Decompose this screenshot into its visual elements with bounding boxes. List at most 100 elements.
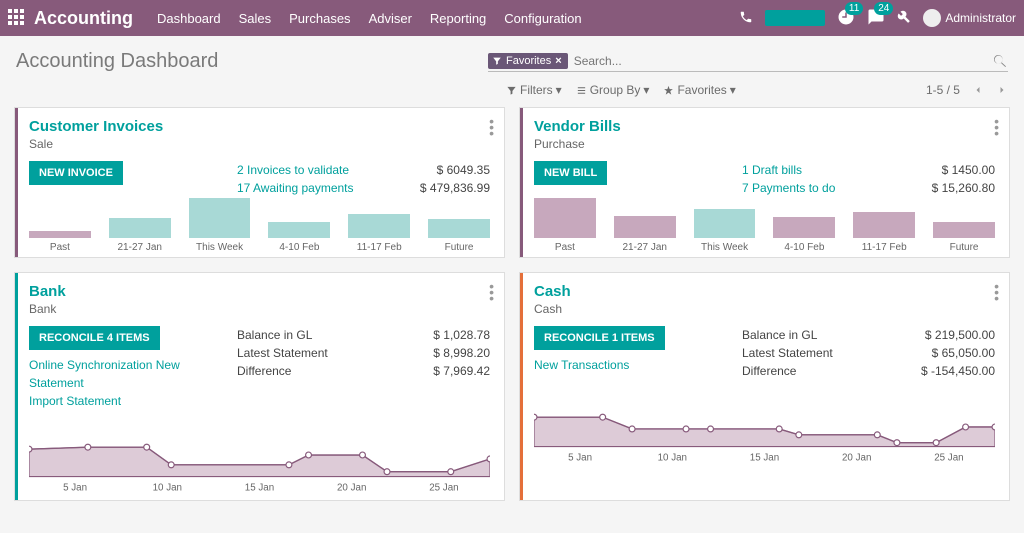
favorites-button[interactable]: Favorites ▾ [663,83,735,97]
bar-chart-invoices: Past21-27 JanThis Week4-10 Feb11-17 FebF… [29,205,490,253]
card-title[interactable]: Customer Invoices [29,118,490,135]
bar-label: 11-17 Feb [357,242,402,253]
bar-label: This Week [701,242,748,253]
bar-label: Future [445,242,474,253]
chevron-right-icon[interactable] [996,84,1008,96]
bar [534,198,596,238]
area-chart-bank: 5 Jan10 Jan15 Jan20 Jan25 Jan [29,416,490,496]
chip-label: Favorites [506,55,551,67]
badge-1: 11 [845,2,863,15]
pager-text: 1-5 / 5 [926,83,960,97]
nav-configuration[interactable]: Configuration [504,11,581,26]
svg-text:25 Jan: 25 Jan [429,482,458,493]
cash-v2: $ 65,050.00 [885,344,995,362]
phone-icon[interactable] [739,10,753,27]
bar-label: 4-10 Feb [279,242,319,253]
link-awaiting-payments[interactable]: 17 Awaiting payments [237,179,372,197]
chip-remove-icon[interactable]: × [555,55,561,67]
bar [853,212,915,238]
caret-down-icon: ▾ [556,83,562,97]
pager: 1-5 / 5 [926,83,1008,97]
bar-label: Past [555,242,575,253]
apps-icon[interactable] [8,9,26,27]
user-menu[interactable]: Administrator [923,9,1016,27]
bill-val-1: $ 1450.00 [885,161,995,179]
new-bill-button[interactable]: NEW BILL [534,161,607,185]
clock-badge[interactable]: 11 [837,8,855,29]
caret-down-icon: ▾ [730,83,736,97]
search-chip-favorites[interactable]: Favorites × [488,53,568,69]
card-menu-icon[interactable]: ••• [994,283,999,301]
card-subtitle: Bank [29,302,490,316]
control-row: Filters ▾ Group By ▾ Favorites ▾ 1-5 / 5 [0,77,1024,107]
bar [268,222,330,238]
card-menu-icon[interactable]: ••• [489,283,494,301]
bar-label: Future [950,242,979,253]
bar-label: Past [50,242,70,253]
nav-reporting[interactable]: Reporting [430,11,486,26]
card-menu-icon[interactable]: ••• [994,118,999,136]
funnel-icon [492,56,502,66]
svg-text:20 Jan: 20 Jan [337,482,366,493]
search-input[interactable] [574,54,984,68]
card-cash: ••• Cash Cash RECONCILE 1 ITEMS New Tran… [519,272,1010,501]
search-icon[interactable] [992,53,1008,69]
nav-purchases[interactable]: Purchases [289,11,350,26]
bar [614,216,676,238]
bar [29,231,91,238]
link-new-transactions[interactable]: New Transactions [534,356,734,374]
link-draft-bills[interactable]: 1 Draft bills [742,161,877,179]
groupby-label: Group By [590,83,641,97]
reconcile-cash-button[interactable]: RECONCILE 1 ITEMS [534,326,665,350]
chat-badge[interactable]: 24 [867,8,885,29]
card-vendor-bills: ••• Vendor Bills Purchase NEW BILL 1 Dra… [519,107,1010,258]
link-invoices-to-validate[interactable]: 2 Invoices to validate [237,161,372,179]
favorites-label: Favorites [677,83,726,97]
card-subtitle: Cash [534,302,995,316]
subheader: Accounting Dashboard Favorites × [0,36,1024,77]
svg-text:5 Jan: 5 Jan [63,482,87,493]
bar-label: This Week [196,242,243,253]
main-nav: Dashboard Sales Purchases Adviser Report… [157,11,582,26]
wrench-icon[interactable] [897,10,911,27]
nav-dashboard[interactable]: Dashboard [157,11,221,26]
nav-adviser[interactable]: Adviser [369,11,412,26]
bank-v3: $ 7,969.42 [380,362,490,380]
chevron-left-icon[interactable] [972,84,984,96]
bank-k3: Difference [237,362,372,380]
cash-k1: Balance in GL [742,326,877,344]
svg-text:10 Jan: 10 Jan [658,452,687,463]
bar [694,209,756,238]
groupby-button[interactable]: Group By ▾ [576,83,650,97]
card-title[interactable]: Vendor Bills [534,118,995,135]
cash-k2: Latest Statement [742,344,877,362]
bar [933,222,995,238]
bank-v1: $ 1,028.78 [380,326,490,344]
inv-val-2: $ 479,836.99 [380,179,490,197]
bar [773,217,835,238]
badge-2: 24 [874,2,893,15]
bar-label: 11-17 Feb [862,242,907,253]
search-area: Favorites × [488,51,1008,72]
nav-sales[interactable]: Sales [239,11,272,26]
brand[interactable]: Accounting [34,8,133,29]
page-title: Accounting Dashboard [16,50,218,73]
dashboard-board: ••• Customer Invoices Sale NEW INVOICE 2… [0,107,1024,501]
svg-text:25 Jan: 25 Jan [934,452,963,463]
card-subtitle: Purchase [534,137,995,151]
link-import-statement[interactable]: Import Statement [29,392,229,410]
card-title[interactable]: Cash [534,283,995,300]
card-menu-icon[interactable]: ••• [489,118,494,136]
reconcile-bank-button[interactable]: RECONCILE 4 ITEMS [29,326,160,350]
user-label: Administrator [945,11,1016,25]
bill-val-2: $ 15,260.80 [885,179,995,197]
link-online-sync[interactable]: Online Synchronization New Statement [29,356,229,392]
link-payments-to-do[interactable]: 7 Payments to do [742,179,877,197]
card-bank: ••• Bank Bank RECONCILE 4 ITEMS Online S… [14,272,505,501]
bank-k2: Latest Statement [237,344,372,362]
filters-button[interactable]: Filters ▾ [506,83,562,97]
bank-k1: Balance in GL [237,326,372,344]
card-title[interactable]: Bank [29,283,490,300]
new-invoice-button[interactable]: NEW INVOICE [29,161,123,185]
bar-chart-bills: Past21-27 JanThis Week4-10 Feb11-17 FebF… [534,205,995,253]
